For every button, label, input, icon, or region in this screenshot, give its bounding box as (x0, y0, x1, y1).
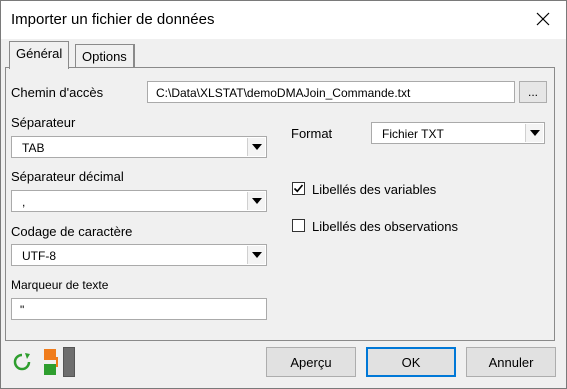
encoding-label: Codage de caractère (11, 224, 133, 239)
variable-labels-label: Libellés des variables (312, 182, 437, 197)
observation-labels-label: Libellés des observations (312, 219, 458, 234)
chevron-down-icon (529, 130, 540, 136)
format-select[interactable]: Fichier TXT (371, 122, 545, 144)
format-label: Format (291, 126, 333, 141)
window-title: Importer un fichier de données (11, 11, 215, 28)
resize-handle[interactable] (63, 347, 75, 377)
text-marker-input[interactable]: " (11, 298, 267, 320)
import-dialog: Importer un fichier de données Général O… (0, 0, 567, 389)
title-bar: Importer un fichier de données (1, 1, 566, 39)
separator-select[interactable]: TAB (11, 136, 267, 158)
cancel-button[interactable]: Annuler (466, 347, 556, 377)
format-value: Fichier TXT (382, 127, 444, 141)
close-icon (536, 12, 550, 26)
tab-options[interactable]: Options (75, 44, 135, 68)
swap-button[interactable] (41, 347, 59, 377)
encoding-dropdown-arrow[interactable] (247, 246, 265, 264)
ok-button[interactable]: OK (366, 347, 456, 377)
close-button[interactable] (528, 5, 558, 33)
path-input[interactable]: C:\Data\XLSTAT\demoDMAJoin_Commande.txt (147, 81, 515, 103)
swap-icon (44, 349, 58, 375)
path-label: Chemin d'accès (11, 85, 104, 100)
reset-icon (13, 353, 31, 371)
chevron-down-icon (251, 198, 262, 204)
text-marker-label: Marqueur de texte (11, 278, 109, 292)
decimal-separator-select[interactable]: , (11, 190, 267, 212)
encoding-select[interactable]: UTF-8 (11, 244, 267, 266)
encoding-value: UTF-8 (22, 249, 56, 263)
observation-labels-checkbox[interactable] (292, 219, 305, 232)
browse-button[interactable]: ... (519, 81, 547, 103)
decimal-separator-dropdown-arrow[interactable] (247, 192, 265, 210)
separator-label: Séparateur (11, 115, 76, 130)
decimal-separator-label: Séparateur décimal (11, 169, 124, 184)
separator-dropdown-arrow[interactable] (247, 138, 265, 156)
separator-value: TAB (22, 141, 45, 155)
reset-button[interactable] (11, 351, 33, 373)
tab-general[interactable]: Général (9, 41, 70, 69)
check-icon (293, 184, 304, 193)
preview-button[interactable]: Aperçu (266, 347, 356, 377)
variable-labels-checkbox[interactable] (292, 182, 305, 195)
decimal-separator-value: , (22, 195, 26, 209)
chevron-down-icon (251, 252, 262, 258)
format-dropdown-arrow[interactable] (525, 124, 543, 142)
chevron-down-icon (251, 144, 262, 150)
